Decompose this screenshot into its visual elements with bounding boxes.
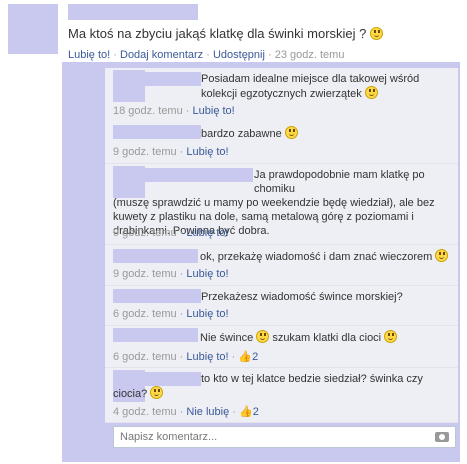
post-timestamp[interactable]: 23 godz. temu — [275, 49, 345, 61]
smiley-icon — [370, 27, 384, 40]
comment-text: to kto w tej klatce bedzie siedział? świ… — [113, 373, 423, 400]
comment: Przekażesz wiadomość śwince morskiej? 6 … — [105, 286, 458, 326]
like-button[interactable]: Lubię to! — [193, 105, 235, 117]
add-comment-button[interactable]: Dodaj komentarz — [120, 49, 203, 61]
comment-author[interactable] — [113, 72, 201, 86]
smiley-icon — [284, 126, 298, 139]
comment-meta: 9 godz. temu · Lubię to! — [113, 227, 229, 239]
comment-timestamp[interactable]: 9 godz. temu — [113, 227, 177, 239]
like-button[interactable]: Lubię to! — [186, 351, 228, 363]
unlike-button[interactable]: Nie lubię — [186, 406, 229, 418]
like-button[interactable]: Lubię to! — [68, 49, 110, 61]
camera-icon[interactable] — [435, 432, 449, 442]
smiley-icon — [256, 330, 270, 343]
comment-timestamp[interactable]: 9 godz. temu — [113, 268, 177, 280]
comment-meta: 18 godz. temu · Lubię to! — [113, 105, 235, 117]
comment-author[interactable] — [113, 289, 201, 303]
comment-timestamp[interactable]: 6 godz. temu — [113, 308, 177, 320]
comment-text: Posiadam idealne miejsce dla takowej wśr… — [201, 73, 420, 100]
like-button[interactable]: Lubię to! — [186, 146, 228, 158]
comment: Nie śwince szukam klatki dla cioci 6 god… — [105, 326, 458, 368]
comment: ok, przekażę wiadomość i dam znać wieczo… — [105, 245, 458, 286]
thumbs-up-icon[interactable]: 👍 — [239, 405, 253, 418]
post-actions: Lubię to! · Dodaj komentarz · Udostępnij… — [68, 49, 345, 61]
thumbs-up-icon[interactable]: 👍 — [238, 350, 252, 363]
comment: bardzo zabawne 9 godz. temu · Lubię to! — [105, 123, 458, 164]
smiley-icon — [364, 86, 378, 99]
comment-author[interactable] — [113, 125, 201, 139]
comment-author[interactable] — [113, 328, 198, 342]
comment-timestamp[interactable]: 18 godz. temu — [113, 105, 183, 117]
comment-text: bardzo zabawne — [201, 126, 451, 141]
post-author-avatar[interactable] — [8, 4, 58, 54]
post-author-name[interactable] — [68, 4, 198, 20]
comment-author[interactable] — [113, 249, 198, 263]
comment: to kto w tej klatce bedzie siedział? świ… — [105, 368, 458, 423]
comment-meta: 9 godz. temu · Lubię to! — [113, 268, 229, 280]
comment-meta: 6 godz. temu · Lubię to! · 👍2 — [113, 350, 259, 363]
comment: Posiadam idealne miejsce dla takowej wśr… — [105, 68, 458, 124]
comment-meta: 9 godz. temu · Lubię to! — [113, 146, 229, 158]
comment-text: Nie śwince szukam klatki dla cioci — [200, 330, 455, 345]
comment-timestamp[interactable]: 9 godz. temu — [113, 146, 177, 158]
comment-text: Przekażesz wiadomość śwince morskiej? — [201, 291, 403, 303]
like-button[interactable]: Lubię to! — [186, 268, 228, 280]
smiley-icon — [435, 249, 449, 262]
likes-count[interactable]: 2 — [252, 351, 258, 363]
likes-count[interactable]: 2 — [253, 406, 259, 418]
comment-text: ok, przekażę wiadomość i dam znać wieczo… — [200, 249, 455, 264]
post-text: Ma ktoś na zbyciu jakąś klatkę dla śwink… — [68, 26, 384, 41]
comment: Ja prawdopodobnie mam klatkę po chomiku … — [105, 164, 458, 245]
comment-meta: 6 godz. temu · Lubię to! — [113, 308, 229, 320]
smiley-icon — [384, 330, 398, 343]
like-button[interactable]: Lubię to! — [186, 227, 228, 239]
comment-input[interactable]: Napisz komentarz... — [113, 426, 456, 448]
smiley-icon — [150, 386, 164, 399]
share-button[interactable]: Udostępnij — [213, 49, 265, 61]
like-button[interactable]: Lubię to! — [186, 308, 228, 320]
comment-timestamp[interactable]: 6 godz. temu — [113, 351, 177, 363]
comment-meta: 4 godz. temu · Nie lubię · 👍2 — [113, 405, 259, 418]
comment-timestamp[interactable]: 4 godz. temu — [113, 406, 177, 418]
